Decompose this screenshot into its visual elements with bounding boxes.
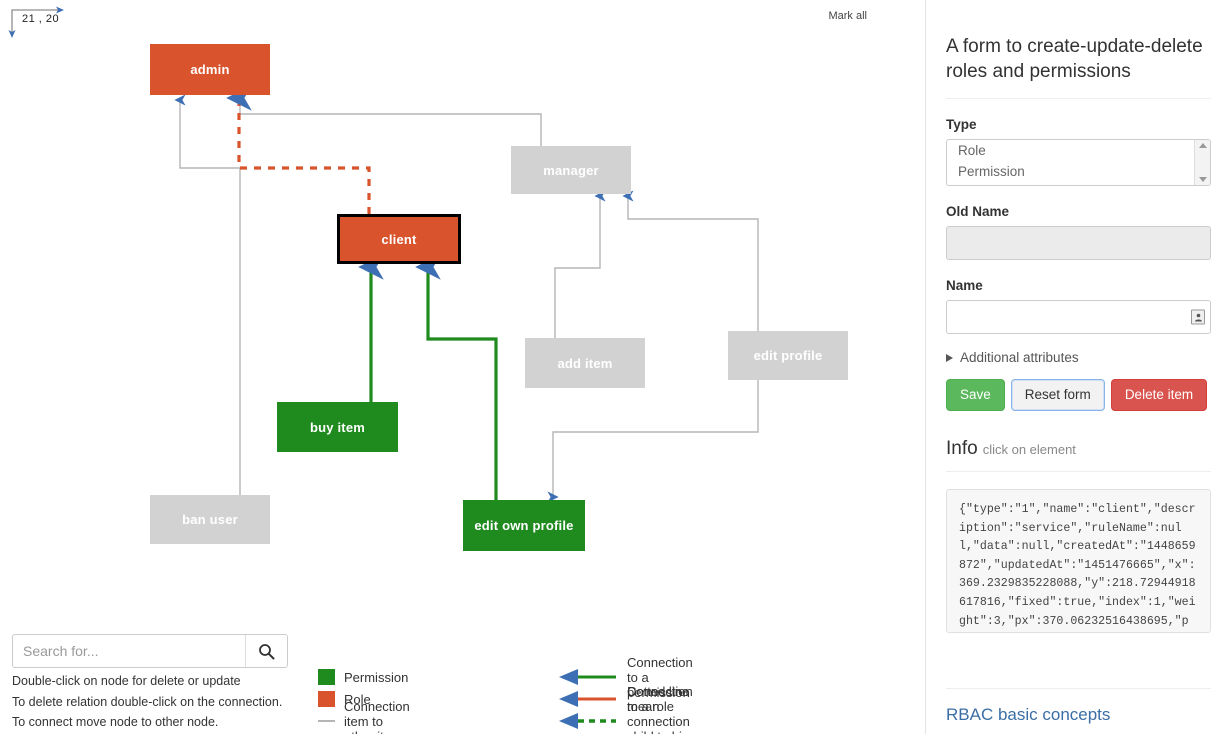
legend-column-right: Connection to a permission Connection to… xyxy=(556,655,693,734)
legend-item-item-connection: Connection item to other item xyxy=(318,699,410,734)
rbac-basic-concepts-link[interactable]: RBAC basic concepts xyxy=(946,705,1110,725)
triangle-right-icon xyxy=(946,353,953,362)
search-input[interactable] xyxy=(13,635,245,667)
graph-node-label: edit own profile xyxy=(474,518,574,533)
orange-arrow-icon xyxy=(556,689,618,709)
rbac-editor-page: 21 , 20 Mark all admin manager client add i… xyxy=(0,0,1231,734)
graph-node-ban-user[interactable]: ban user xyxy=(150,495,270,544)
old-name-field[interactable] xyxy=(946,226,1211,260)
search-button[interactable] xyxy=(245,635,287,667)
info-heading: Info click on element xyxy=(946,438,1211,460)
search-box[interactable] xyxy=(12,634,288,668)
info-subtitle: click on element xyxy=(982,442,1076,457)
delete-item-button[interactable]: Delete item xyxy=(1110,379,1208,411)
divider xyxy=(946,688,1211,689)
name-field[interactable] xyxy=(946,300,1211,334)
divider xyxy=(946,471,1211,472)
legend-item-permission: Permission xyxy=(318,666,410,688)
type-option-role[interactable]: Role xyxy=(947,140,1210,161)
coordinate-readout: 21 , 20 xyxy=(22,13,60,25)
graph-canvas[interactable]: 21 , 20 Mark all admin manager client add i… xyxy=(0,0,925,734)
graph-node-manager[interactable]: manager xyxy=(511,146,631,194)
role-swatch-icon xyxy=(318,691,335,707)
graph-node-label: add item xyxy=(557,355,613,371)
contact-card-icon[interactable] xyxy=(1191,309,1205,325)
usage-hints: Double-click on node for delete or updat… xyxy=(12,671,282,733)
legend-label: Permission xyxy=(344,669,409,685)
legend-item-parent-connection: Dotted line mean connection child to his… xyxy=(556,684,693,734)
reset-form-button[interactable]: Reset form xyxy=(1010,379,1105,411)
name-field-wrapper xyxy=(946,300,1211,334)
graph-node-client[interactable]: client xyxy=(337,214,461,264)
old-name-label: Old Name xyxy=(946,204,1010,219)
green-arrow-icon xyxy=(556,667,618,687)
graph-node-add-item[interactable]: add item xyxy=(525,338,645,388)
graph-node-label: buy item xyxy=(309,419,366,435)
legend-column-left: Permission Role Connection item to other… xyxy=(318,666,410,734)
name-label: Name xyxy=(946,278,983,293)
mark-all-button[interactable]: Mark all xyxy=(828,10,867,22)
info-json-output: {"type":"1","name":"client","description… xyxy=(946,489,1211,633)
graph-node-buy-item[interactable]: buy item xyxy=(277,402,398,452)
graph-node-label: admin xyxy=(190,62,230,77)
graph-node-admin[interactable]: admin xyxy=(150,44,270,95)
chevron-down-icon[interactable] xyxy=(1198,177,1207,182)
graph-node-label: manager xyxy=(543,162,599,178)
legend-label: Connection item to other item xyxy=(344,698,410,734)
info-title: Info xyxy=(946,438,978,459)
chevron-up-icon[interactable] xyxy=(1198,143,1207,148)
green-dotted-arrow-icon xyxy=(556,711,618,731)
type-label: Type xyxy=(946,117,977,132)
legend-label: Dotted line mean connection child to his… xyxy=(627,683,690,734)
gray-line-icon xyxy=(318,720,335,722)
graph-node-label: client xyxy=(381,231,417,247)
save-button[interactable]: Save xyxy=(946,379,1005,411)
type-listbox[interactable]: Role Permission xyxy=(946,139,1211,186)
search-icon xyxy=(259,643,275,659)
type-option-permission[interactable]: Permission xyxy=(947,161,1210,182)
side-panel: A form to create-update-delete roles and… xyxy=(925,0,1231,734)
graph-node-edit-own-profile[interactable]: edit own profile xyxy=(463,500,585,551)
additional-attributes-label: Additional attributes xyxy=(960,350,1079,365)
additional-attributes-toggle[interactable]: Additional attributes xyxy=(946,350,1211,365)
type-scrollbar[interactable] xyxy=(1194,140,1210,185)
form-actions: Save Reset form Delete item xyxy=(946,379,1211,411)
graph-node-label: ban user xyxy=(182,512,238,527)
hint-line: To delete relation double-click on the c… xyxy=(12,694,283,709)
hint-line: Double-click on node for delete or updat… xyxy=(12,674,241,688)
page-title: A form to create-update-delete roles and… xyxy=(946,36,1203,82)
graph-node-edit-profile[interactable]: edit profile xyxy=(728,331,848,380)
divider xyxy=(946,98,1211,99)
permission-swatch-icon xyxy=(318,669,335,685)
graph-node-label: edit profile xyxy=(753,348,823,363)
hint-line: To connect move node to other node. xyxy=(12,715,219,729)
